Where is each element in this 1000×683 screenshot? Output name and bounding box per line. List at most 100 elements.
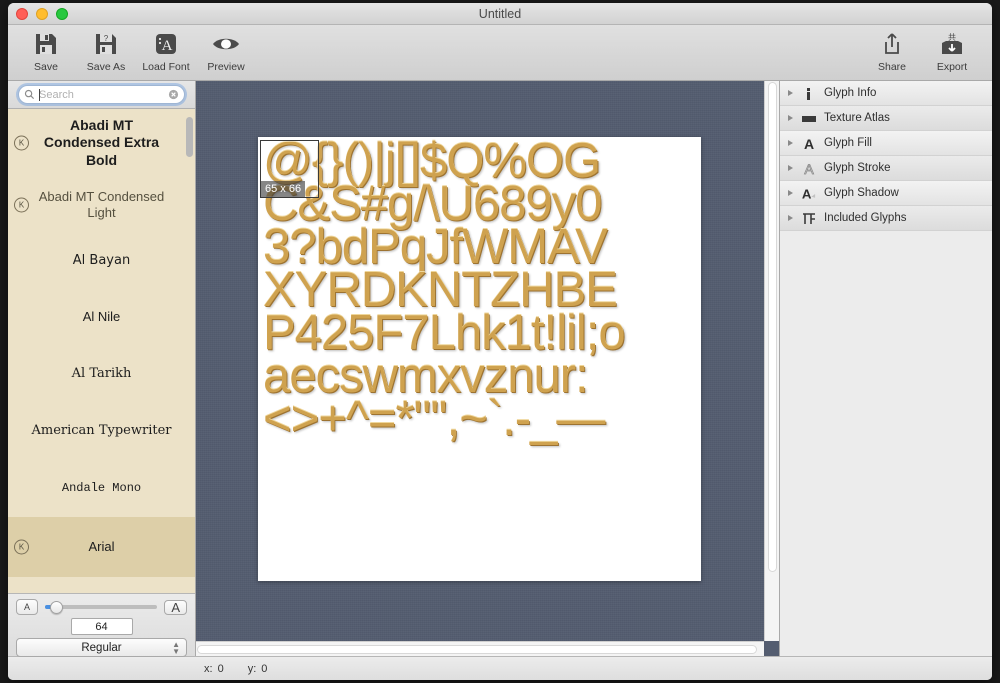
font-list-item[interactable]: American Typewriter bbox=[8, 403, 195, 460]
font-name: Arial bbox=[88, 538, 115, 554]
glyph-stroke-icon: A bbox=[800, 161, 817, 176]
kerning-badge-icon: K bbox=[14, 539, 29, 555]
font-name: Abadi MT Condensed Extra Bold bbox=[43, 116, 160, 168]
svg-text:?: ? bbox=[104, 34, 109, 43]
disclosure-triangle-icon[interactable] bbox=[788, 140, 793, 146]
share-button[interactable]: Share bbox=[864, 29, 920, 73]
canvas-area: @{}()|j[]$Q%OG C&S#g/\U689y0 3?bdPqJfWMAV X… bbox=[196, 81, 779, 656]
font-name: Al Tarikh bbox=[71, 366, 132, 382]
close-button[interactable] bbox=[16, 8, 28, 20]
font-size-input[interactable]: 64 bbox=[70, 618, 133, 635]
inspector-section-glyph-fill[interactable]: A Glyph Fill bbox=[780, 131, 992, 156]
decrease-size-button[interactable]: A bbox=[16, 599, 39, 615]
save-as-button[interactable]: ? Save As bbox=[78, 29, 134, 73]
glyph-sheet[interactable]: @{}()|j[]$Q%OG C&S#g/\U689y0 3?bdPqJfWMAV X… bbox=[258, 137, 701, 581]
app-window: Untitled Save ? Save As A Load Font Prev… bbox=[8, 3, 992, 680]
kerning-badge-icon: K bbox=[14, 197, 29, 213]
x-label: x: bbox=[204, 662, 213, 675]
load-font-icon: A bbox=[153, 29, 179, 59]
font-list[interactable]: K Abadi MT Condensed Extra Bold K Abadi MT … bbox=[8, 109, 195, 593]
svg-text:A: A bbox=[803, 136, 813, 151]
included-glyphs-icon bbox=[800, 211, 817, 226]
font-sidebar: Search K Abadi MT Condensed Extra Bold K Ab… bbox=[8, 81, 196, 657]
font-name: Al Bayan bbox=[72, 252, 131, 268]
save-label: Save bbox=[34, 61, 58, 73]
font-style-value: Regular bbox=[81, 642, 122, 654]
kerning-badge-icon: K bbox=[14, 135, 29, 151]
toolbar-left-group: Save ? Save As A Load Font Preview bbox=[18, 29, 254, 73]
canvas-vertical-thumb[interactable] bbox=[768, 82, 777, 572]
font-size-slider[interactable] bbox=[45, 600, 158, 614]
inspector-section-glyph-stroke[interactable]: A Glyph Stroke bbox=[780, 156, 992, 181]
increase-size-button[interactable]: A bbox=[164, 599, 187, 615]
glyph-shadow-icon: A bbox=[800, 186, 817, 201]
export-button[interactable]: 共 Export bbox=[924, 29, 980, 73]
font-list-item[interactable]: Al Nile bbox=[8, 289, 195, 346]
inspector-section-texture-atlas[interactable]: Texture Atlas bbox=[780, 106, 992, 131]
search-icon bbox=[24, 89, 35, 100]
font-name: Abadi MT Condensed Light bbox=[38, 188, 165, 220]
x-value: 0 bbox=[217, 662, 224, 675]
font-list-item[interactable]: Al Tarikh bbox=[8, 346, 195, 403]
share-icon bbox=[880, 29, 904, 59]
svg-text:A: A bbox=[804, 161, 814, 176]
stepper-icon: ▲ ▼ bbox=[172, 640, 180, 656]
font-style-select[interactable]: Regular ▲ ▼ bbox=[16, 638, 187, 657]
canvas-horizontal-scrollbar[interactable] bbox=[196, 641, 779, 656]
font-name: Andale Mono bbox=[61, 481, 142, 495]
canvas-vertical-scrollbar[interactable] bbox=[764, 81, 779, 641]
svg-text:共: 共 bbox=[948, 33, 956, 42]
info-icon bbox=[800, 86, 817, 101]
sidebar-scrollbar[interactable] bbox=[186, 113, 193, 653]
inspector-section-label: Glyph Fill bbox=[824, 137, 872, 149]
font-list-item[interactable]: K Arial bbox=[8, 517, 195, 577]
share-label: Share bbox=[877, 61, 907, 73]
toolbar-right-group: Share 共 Export bbox=[864, 29, 980, 73]
glyph-rows: @{}()|j[]$Q%OG C&S#g/\U689y0 3?bdPqJfWMAV X… bbox=[258, 137, 701, 444]
inspector-section-included-glyphs[interactable]: Included Glyphs bbox=[780, 206, 992, 231]
disclosure-triangle-icon[interactable] bbox=[788, 115, 793, 121]
glyph-canvas[interactable]: @{}()|j[]$Q%OG C&S#g/\U689y0 3?bdPqJfWMAV X… bbox=[196, 81, 779, 656]
zoom-button[interactable] bbox=[56, 8, 68, 20]
canvas-horizontal-thumb[interactable] bbox=[197, 645, 757, 654]
inspector-section-label: Included Glyphs bbox=[824, 212, 907, 224]
svg-text:A: A bbox=[802, 186, 812, 200]
inspector-section-label: Glyph Info bbox=[824, 87, 877, 99]
font-list-item[interactable]: K Abadi MT Condensed Extra Bold bbox=[8, 109, 195, 177]
load-font-button[interactable]: A Load Font bbox=[138, 29, 194, 73]
sidebar-scrollbar-thumb[interactable] bbox=[186, 117, 193, 157]
font-list-item[interactable]: Al Bayan bbox=[8, 233, 195, 289]
clear-search-icon[interactable] bbox=[168, 89, 179, 100]
inspector-section-glyph-shadow[interactable]: A Glyph Shadow bbox=[780, 181, 992, 206]
search-placeholder: Search bbox=[39, 88, 74, 101]
inspector-panel: Glyph Info Texture Atlas A Glyph Fill A Glyph… bbox=[779, 81, 992, 656]
font-list-item[interactable]: K Abadi MT Condensed Light bbox=[8, 177, 195, 233]
window-title: Untitled bbox=[478, 7, 522, 21]
disclosure-triangle-icon[interactable] bbox=[788, 215, 793, 221]
glyph-row[interactable]: <>+^=*"'',~`.-_— bbox=[263, 395, 701, 444]
font-list-item[interactable]: Andale Mono bbox=[8, 460, 195, 517]
search-bar: Search bbox=[8, 81, 195, 109]
save-as-label: Save As bbox=[86, 61, 126, 73]
toolbar: Save ? Save As A Load Font Preview Share… bbox=[8, 25, 992, 81]
slider-knob[interactable] bbox=[50, 600, 63, 614]
minimize-button[interactable] bbox=[36, 8, 48, 20]
preview-button[interactable]: Preview bbox=[198, 29, 254, 73]
search-input[interactable]: Search bbox=[18, 85, 185, 104]
disclosure-triangle-icon[interactable] bbox=[788, 190, 793, 196]
window-controls bbox=[16, 8, 68, 20]
save-button[interactable]: Save bbox=[18, 29, 74, 73]
scrollbar-corner bbox=[764, 641, 779, 656]
title-bar: Untitled bbox=[8, 3, 992, 25]
floppy-disk-question-icon: ? bbox=[93, 29, 119, 59]
preview-label: Preview bbox=[207, 61, 245, 73]
font-name: American Typewriter bbox=[31, 423, 172, 439]
disclosure-triangle-icon[interactable] bbox=[788, 165, 793, 171]
font-size-row: A A bbox=[16, 599, 187, 615]
inspector-section-label: Texture Atlas bbox=[824, 112, 890, 124]
sidebar-footer: A A 64 Regular ▲ ▼ bbox=[8, 593, 195, 657]
font-name: Al Nile bbox=[82, 309, 121, 325]
inspector-section-glyph-info[interactable]: Glyph Info bbox=[780, 81, 992, 106]
inspector-section-label: Glyph Shadow bbox=[824, 187, 899, 199]
disclosure-triangle-icon[interactable] bbox=[788, 90, 793, 96]
